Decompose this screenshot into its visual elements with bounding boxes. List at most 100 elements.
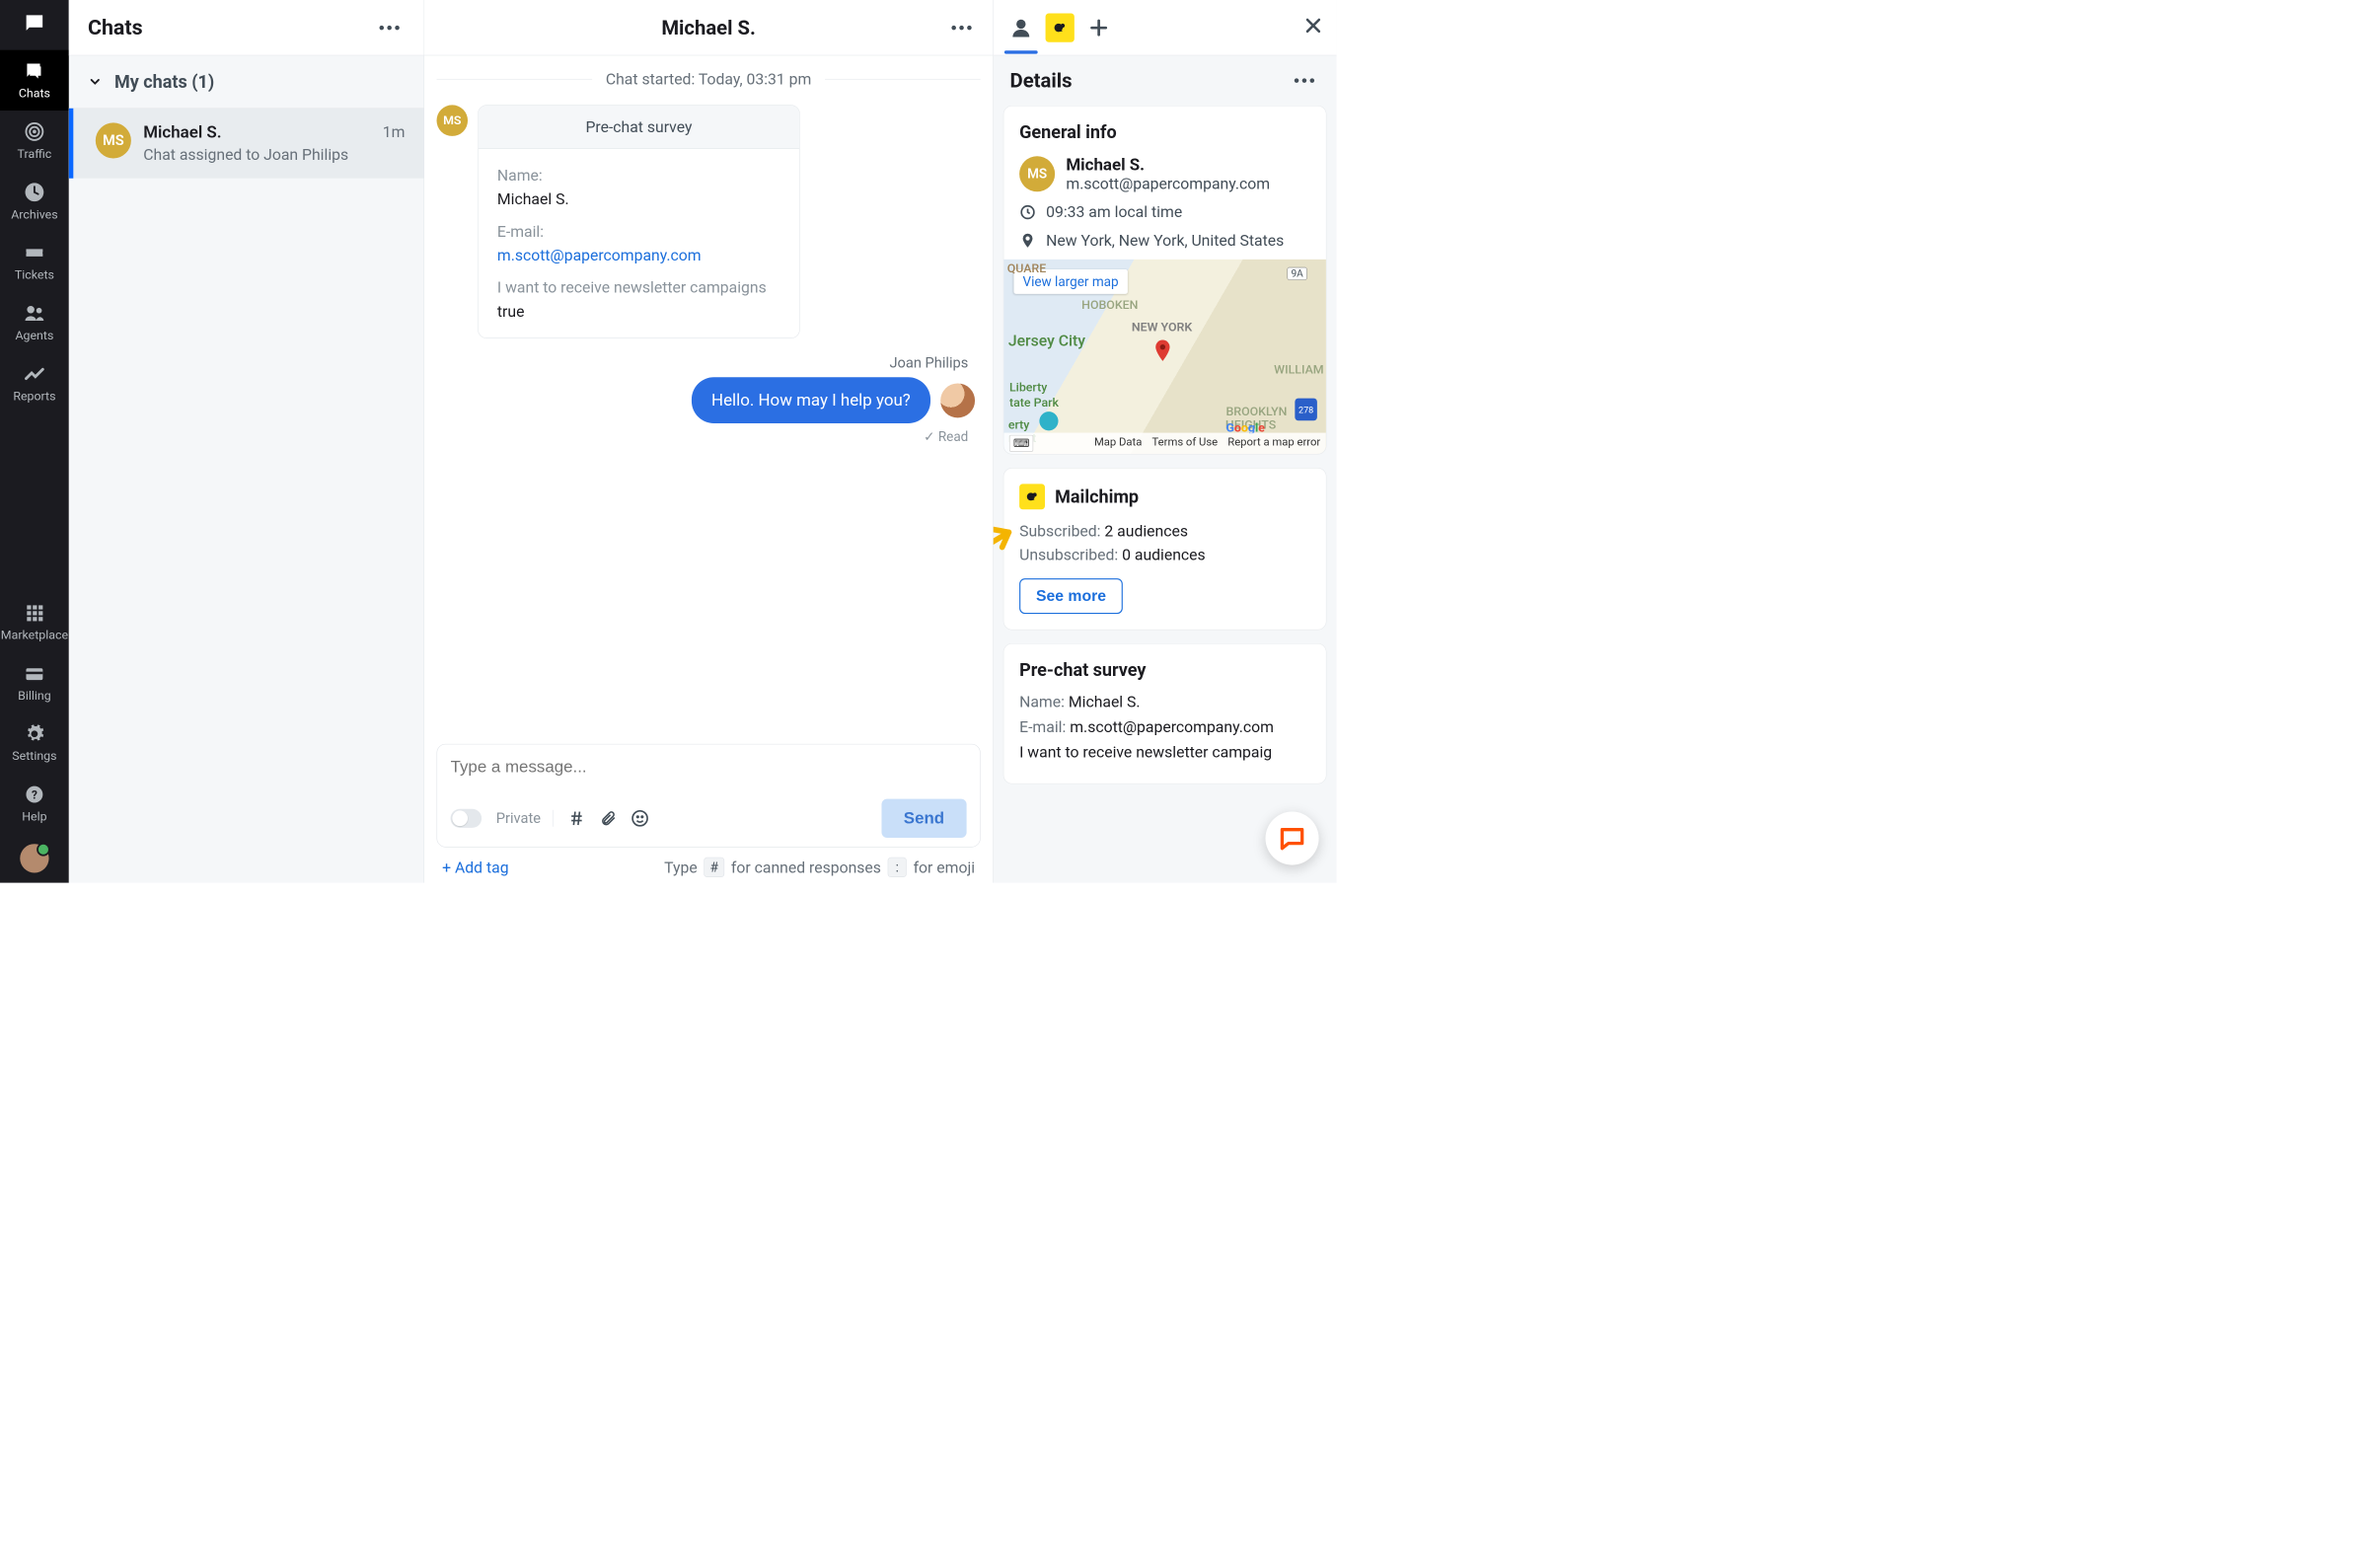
map-data-link[interactable]: Map Data (1094, 435, 1142, 452)
nav-reports[interactable]: Reports (0, 353, 69, 413)
grid-icon (23, 601, 47, 626)
chat-list-item[interactable]: MS Michael S. Chat assigned to Joan Phil… (69, 109, 424, 179)
nav-tickets[interactable]: Tickets (0, 232, 69, 292)
map-terms-link[interactable]: Terms of Use (1151, 435, 1218, 452)
map-label-newyork: NEW YORK (1132, 321, 1192, 335)
mailchimp-card: Mailchimp Subscribed: 2 audiences Unsubs… (1003, 468, 1327, 630)
ticket-icon (23, 241, 47, 265)
private-label: Private (496, 810, 554, 827)
map-report-link[interactable]: Report a map error (1227, 435, 1320, 452)
chat-item-avatar: MS (96, 122, 131, 158)
location-row: New York, New York, United States (1019, 231, 1310, 250)
pc-name-value: Michael S. (1069, 693, 1141, 711)
nav-label: Marketplace (1, 629, 68, 642)
my-chats-toggle[interactable]: My chats (1) (69, 55, 424, 108)
details-menu[interactable] (1289, 73, 1320, 89)
survey-email-value[interactable]: m.scott@papercompany.com (497, 247, 702, 265)
chat-list-title: Chats (88, 15, 143, 39)
attachment-icon[interactable] (600, 810, 617, 827)
pc-consent-line: I want to receive newsletter campaig (1019, 743, 1310, 762)
message-input[interactable] (451, 758, 967, 777)
emoji-icon[interactable] (631, 809, 649, 827)
mailchimp-title: Mailchimp (1055, 486, 1139, 507)
close-details[interactable] (1303, 16, 1323, 39)
clock-icon (23, 180, 47, 204)
add-tag-link[interactable]: + Add tag (442, 859, 508, 877)
survey-card-title: Pre-chat survey (479, 106, 799, 149)
nav-chats[interactable]: Chats (0, 50, 69, 111)
map-label-jersey: Jersey City (1008, 332, 1085, 350)
tab-customer[interactable] (1006, 13, 1035, 41)
survey-email-label: E-mail: (497, 219, 780, 243)
map-label-william: WILLIAM (1274, 363, 1323, 377)
agent-message-row: Hello. How may I help you? (437, 377, 981, 423)
nav-billing[interactable]: Billing (0, 652, 69, 712)
location-map[interactable]: View larger map 9A 278 QUARE Jersey City… (1003, 260, 1326, 454)
chevron-down-icon (88, 74, 103, 89)
current-agent-avatar[interactable] (20, 844, 48, 872)
nav-help[interactable]: ? Help (0, 774, 69, 834)
brand-logo[interactable] (18, 7, 51, 40)
nav-agents[interactable]: Agents (0, 292, 69, 352)
map-label-liberty: Liberty (1009, 381, 1047, 395)
map-label-brooklyn: BROOKLYN (1225, 405, 1287, 418)
tab-mailchimp[interactable] (1046, 13, 1075, 41)
map-label-erty: erty (1008, 418, 1030, 432)
keyboard-icon[interactable]: ⌨ (1009, 435, 1033, 452)
private-toggle[interactable] (451, 809, 482, 828)
customer-name: Michael S. (1066, 155, 1270, 175)
nav-label: Reports (13, 390, 55, 404)
pre-chat-survey-card: Pre-chat survey Name: Michael S. E-mail:… (478, 105, 800, 338)
hash-icon[interactable] (568, 809, 586, 827)
composer-shortcuts-hint: Type # for canned responses : for emoji (664, 858, 975, 877)
nav-archives[interactable]: Archives (0, 171, 69, 231)
composer-hints: + Add tag Type # for canned responses : … (437, 848, 981, 877)
chat-list-menu[interactable] (374, 20, 406, 36)
survey-consent-value: true (497, 299, 780, 323)
send-button[interactable]: Send (881, 799, 966, 838)
help-icon: ? (23, 783, 47, 807)
map-label-statepark: tate Park (1009, 396, 1059, 410)
chat-list-header: Chats (69, 0, 424, 55)
svg-text:?: ? (32, 787, 37, 801)
nav-marketplace[interactable]: Marketplace (0, 592, 69, 652)
chat-launcher-button[interactable] (1266, 812, 1319, 865)
conversation-body: Chat started: Today, 03:31 pm MS Pre-cha… (424, 55, 993, 744)
chat-item-name: Michael S. (143, 122, 370, 142)
check-icon: ✓ (924, 429, 938, 445)
reports-icon (23, 362, 47, 387)
pin-icon (1019, 232, 1036, 249)
nav-settings[interactable]: Settings (0, 712, 69, 773)
see-more-button[interactable]: See more (1019, 578, 1123, 614)
nav-label: Billing (18, 689, 51, 703)
details-panel: Details General info MS Michael S. m.sco… (994, 0, 1337, 883)
mailchimp-icon (1046, 13, 1075, 41)
pc-email-label: E-mail: (1019, 717, 1066, 736)
customer-avatar: MS (437, 105, 469, 136)
pre-chat-survey-card-side: Pre-chat survey Name: Michael S. E-mail:… (1003, 643, 1327, 784)
composer: Private Send (437, 744, 981, 848)
annotation-arrow-icon (994, 518, 1020, 579)
composer-area: Private Send + Add tag Type # for canned… (424, 744, 993, 883)
details-tabs (994, 0, 1337, 55)
my-chats-label: My chats (1) (114, 71, 214, 92)
nav-rail: Chats Traffic Archives Tickets Agents Re… (0, 0, 69, 883)
agent-name-label: Joan Philips (437, 355, 969, 372)
nav-traffic[interactable]: Traffic (0, 111, 69, 171)
agent-avatar (940, 383, 975, 417)
details-header: Details (994, 55, 1337, 106)
survey-name-value: Michael S. (497, 187, 780, 211)
conversation-menu[interactable] (946, 20, 978, 36)
nav-label: Settings (12, 749, 56, 763)
survey-consent-label: I want to receive newsletter campaigns (497, 275, 780, 299)
details-title: Details (1010, 69, 1073, 93)
chat-item-subtitle: Chat assigned to Joan Philips (143, 146, 370, 165)
pc-email-value: m.scott@papercompany.com (1070, 717, 1274, 736)
conversation-panel: Michael S. Chat started: Today, 03:31 pm… (424, 0, 994, 883)
tab-add[interactable] (1084, 13, 1113, 41)
gear-icon (23, 721, 47, 746)
chat-started-label: Chat started: Today, 03:31 pm (437, 70, 981, 89)
message-status: ✓ Read (437, 429, 969, 445)
pc-name-label: Name: (1019, 693, 1065, 711)
unsubscribed-row: Unsubscribed: 0 audiences (1019, 546, 1310, 564)
